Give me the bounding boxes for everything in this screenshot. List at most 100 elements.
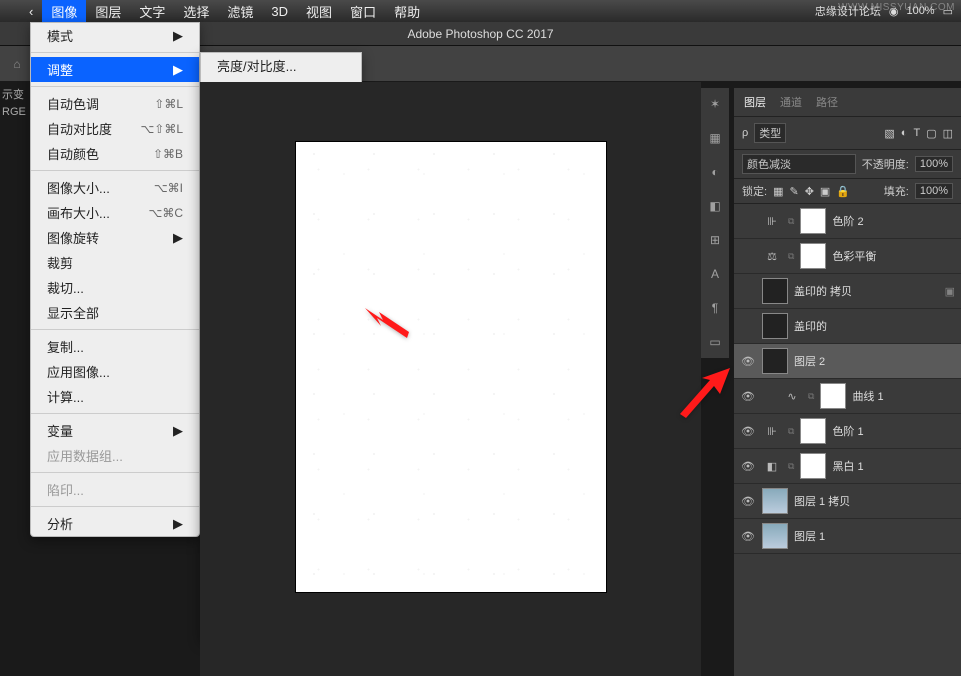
menu-item[interactable]: 调整▶: [31, 57, 199, 82]
filter-pixel-icon[interactable]: ▧: [884, 127, 894, 140]
color-icon[interactable]: ◐: [705, 162, 725, 182]
menu-item[interactable]: 图像大小...⌥⌘I: [31, 175, 199, 200]
adjust-icon[interactable]: ◧: [705, 196, 725, 216]
filter-adjust-icon[interactable]: ◐: [901, 127, 908, 139]
layer-name[interactable]: 色阶 1: [832, 423, 863, 439]
menu-item[interactable]: 图像旋转▶: [31, 225, 199, 250]
menu-item[interactable]: 自动色调⇧⌘L: [31, 91, 199, 116]
glyphs-icon[interactable]: ▭: [705, 332, 725, 352]
layer-row[interactable]: ⊪⧉色阶 2: [734, 204, 961, 239]
layer-row[interactable]: 👁 图层 2: [734, 344, 961, 379]
layer-row[interactable]: 👁 图层 1: [734, 519, 961, 554]
menubar-item-8[interactable]: 帮助: [385, 0, 429, 22]
filter-smart-icon[interactable]: ◫: [943, 127, 953, 140]
document-canvas[interactable]: [296, 142, 606, 592]
brush-presets-icon[interactable]: ✶: [705, 94, 725, 114]
layer-thumb[interactable]: [762, 313, 788, 339]
layer-mask-thumb[interactable]: [800, 243, 826, 269]
layer-row[interactable]: 👁⊪⧉色阶 1: [734, 414, 961, 449]
opacity-value[interactable]: 100%: [915, 156, 953, 172]
panel-tab[interactable]: 通道: [780, 94, 802, 110]
layer-mask-thumb[interactable]: [820, 383, 846, 409]
layer-name[interactable]: 盖印的 拷贝: [794, 283, 852, 299]
layer-name[interactable]: 色彩平衡: [832, 248, 876, 264]
curves-icon: ∿: [782, 386, 802, 406]
layer-name[interactable]: 图层 1 拷贝: [794, 493, 850, 509]
visibility-eye-icon[interactable]: 👁: [740, 495, 756, 508]
layer-name[interactable]: 图层 2: [794, 353, 825, 369]
lock-transparent-icon[interactable]: ▦: [773, 185, 783, 198]
panel-tabs[interactable]: 图层通道路径: [734, 88, 961, 117]
layer-mask-thumb[interactable]: [800, 208, 826, 234]
visibility-eye-icon[interactable]: 👁: [740, 355, 756, 368]
menubar-item-1[interactable]: 图层: [86, 0, 130, 22]
menubar-item-2[interactable]: 文字: [130, 0, 174, 22]
lock-artboard-icon[interactable]: ▣: [820, 185, 830, 198]
layer-name[interactable]: 色阶 2: [832, 213, 863, 229]
layer-thumb[interactable]: [762, 488, 788, 514]
menu-item[interactable]: 画布大小...⌥⌘C: [31, 200, 199, 225]
menu-item[interactable]: 应用图像...: [31, 359, 199, 384]
fill-value[interactable]: 100%: [915, 183, 953, 199]
layer-row[interactable]: 👁◧⧉黑白 1: [734, 449, 961, 484]
menu-item[interactable]: 亮度/对比度...: [201, 53, 361, 78]
panel-tab[interactable]: 路径: [816, 94, 838, 110]
app-title: Adobe Photoshop CC 2017: [407, 27, 553, 41]
layer-name[interactable]: 图层 1: [794, 528, 825, 544]
menu-item[interactable]: 显示全部: [31, 300, 199, 325]
layer-thumb[interactable]: [762, 523, 788, 549]
menu-item[interactable]: 裁剪: [31, 250, 199, 275]
blend-row[interactable]: 颜色减淡 不透明度: 100%: [734, 150, 961, 179]
menubar-item-4[interactable]: 滤镜: [218, 0, 262, 22]
menubar-item-6[interactable]: 视图: [297, 0, 341, 22]
visibility-eye-icon[interactable]: 👁: [740, 460, 756, 473]
layer-thumb[interactable]: [762, 348, 788, 374]
layer-mask-thumb[interactable]: [800, 453, 826, 479]
swatches-icon[interactable]: ▦: [705, 128, 725, 148]
visibility-eye-icon[interactable]: 👁: [740, 390, 756, 403]
filter-kind[interactable]: 类型: [754, 123, 786, 143]
layer-row[interactable]: 盖印的: [734, 309, 961, 344]
menu-item[interactable]: 自动颜色⇧⌘B: [31, 141, 199, 166]
lock-all-icon[interactable]: 🔒: [836, 185, 850, 198]
menu-item[interactable]: 分析▶: [31, 511, 199, 536]
visibility-eye-icon[interactable]: 👁: [740, 425, 756, 438]
layer-name[interactable]: 黑白 1: [832, 458, 863, 474]
layer-row[interactable]: 👁 图层 1 拷贝: [734, 484, 961, 519]
menubar-item-7[interactable]: 窗口: [341, 0, 385, 22]
menubar-item-5[interactable]: 3D: [262, 0, 297, 22]
annotation-arrow-1: [365, 298, 415, 351]
layers-list[interactable]: ⊪⧉色阶 2⚖⧉色彩平衡盖印的 拷贝▣盖印的👁图层 2👁∿⧉曲线 1👁⊪⧉色阶 …: [734, 204, 961, 676]
layer-name[interactable]: 盖印的: [794, 318, 827, 334]
menu-item[interactable]: 裁切...: [31, 275, 199, 300]
menu-image[interactable]: 模式▶ 调整▶ 自动色调⇧⌘L自动对比度⌥⇧⌘L自动颜色⇧⌘B 图像大小...⌥⌘I画…: [30, 22, 200, 537]
filter-shape-icon[interactable]: ▢: [926, 127, 936, 140]
balance-icon: ⚖: [762, 246, 782, 266]
menu-item[interactable]: 变量▶: [31, 418, 199, 443]
filter-type-icon[interactable]: T: [913, 127, 920, 139]
layer-row[interactable]: 盖印的 拷贝▣: [734, 274, 961, 309]
styles-icon[interactable]: ⊞: [705, 230, 725, 250]
menubar-item-3[interactable]: 选择: [174, 0, 218, 22]
panel-tab[interactable]: 图层: [744, 94, 766, 110]
lock-paint-icon[interactable]: ✎: [789, 185, 798, 198]
menu-item[interactable]: 自动对比度⌥⇧⌘L: [31, 116, 199, 141]
menu-item[interactable]: 模式▶: [31, 23, 199, 48]
visibility-eye-icon[interactable]: 👁: [740, 530, 756, 543]
layer-row[interactable]: ⚖⧉色彩平衡: [734, 239, 961, 274]
layer-name[interactable]: 曲线 1: [852, 388, 883, 404]
paragraph-icon[interactable]: ¶: [705, 298, 725, 318]
layer-filter-row[interactable]: ρ 类型 ▧ ◐ T ▢ ◫: [734, 117, 961, 150]
menubar-item-0[interactable]: 图像: [42, 0, 86, 22]
layer-mask-thumb[interactable]: [800, 418, 826, 444]
menu-item[interactable]: 复制...: [31, 334, 199, 359]
character-icon[interactable]: A: [705, 264, 725, 284]
home-icon[interactable]: ⌂: [8, 55, 26, 73]
layer-row[interactable]: 👁∿⧉曲线 1: [734, 379, 961, 414]
menu-item[interactable]: 计算...: [31, 384, 199, 409]
lock-position-icon[interactable]: ✥: [805, 185, 814, 198]
layer-thumb[interactable]: [762, 278, 788, 304]
lock-row[interactable]: 锁定: ▦ ✎ ✥ ▣ 🔒 填充: 100%: [734, 179, 961, 204]
blend-mode[interactable]: 颜色减淡: [742, 154, 856, 174]
menu-prev[interactable]: ‹: [20, 0, 42, 22]
